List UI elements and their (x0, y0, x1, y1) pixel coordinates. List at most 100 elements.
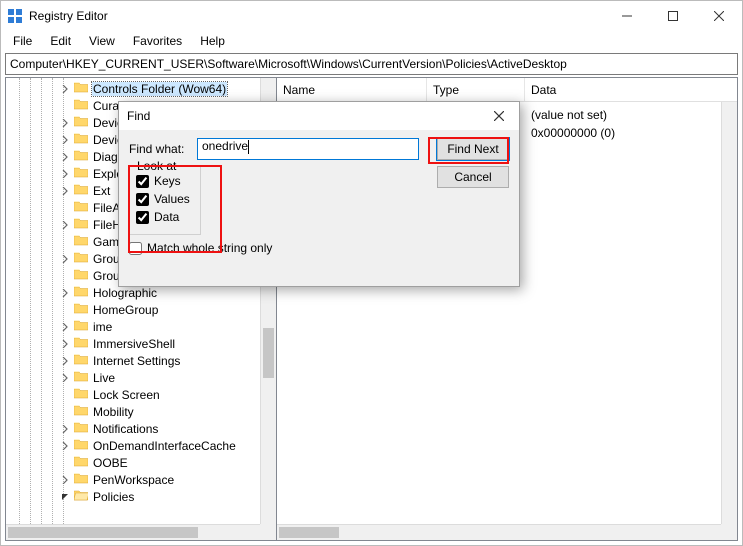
tree-item[interactable]: Mobility (74, 403, 260, 420)
folder-icon (74, 98, 88, 113)
list-header[interactable]: Name Type Data (277, 78, 737, 102)
find-next-button[interactable]: Find Next (437, 138, 509, 160)
menu-view[interactable]: View (81, 32, 123, 50)
maximize-button[interactable] (650, 1, 696, 31)
data-checkbox[interactable]: Data (136, 208, 194, 226)
expand-icon[interactable] (59, 437, 70, 454)
folder-icon (74, 455, 88, 470)
expand-icon[interactable] (59, 420, 70, 437)
folder-icon (74, 370, 88, 385)
tree-item-label: Internet Settings (92, 354, 181, 368)
expand-icon[interactable] (59, 250, 70, 267)
folder-icon (74, 404, 88, 419)
tree-item-label: PenWorkspace (92, 473, 175, 487)
menu-favorites[interactable]: Favorites (125, 32, 190, 50)
expand-icon[interactable] (59, 335, 70, 352)
keys-checkbox-input[interactable] (136, 175, 149, 188)
list-horizontal-scrollbar[interactable] (277, 524, 721, 540)
close-button[interactable] (696, 1, 742, 31)
minimize-button[interactable] (604, 1, 650, 31)
folder-icon (74, 234, 88, 249)
col-type[interactable]: Type (427, 78, 525, 101)
col-data[interactable]: Data (525, 78, 737, 101)
expand-icon[interactable] (59, 318, 70, 335)
expand-icon[interactable] (59, 284, 70, 301)
expand-icon[interactable] (59, 80, 70, 97)
scroll-corner (260, 524, 276, 540)
text-caret (248, 140, 249, 154)
dialog-close-button[interactable] (479, 102, 519, 130)
folder-icon (74, 302, 88, 317)
cancel-button[interactable]: Cancel (437, 166, 509, 188)
expand-icon[interactable] (59, 216, 70, 233)
folder-icon (74, 132, 88, 147)
collapse-icon[interactable] (59, 488, 70, 505)
look-at-group: Look at Keys Values Data (129, 166, 201, 235)
tree-item[interactable]: OOBE (74, 454, 260, 471)
dialog-titlebar: Find (119, 102, 519, 130)
col-name[interactable]: Name (277, 78, 427, 101)
tree-item-label: ime (92, 320, 113, 334)
tree-item-label: Policies (92, 490, 135, 504)
tree-item-label: Notifications (92, 422, 159, 436)
folder-icon (74, 217, 88, 232)
menu-file[interactable]: File (5, 32, 40, 50)
tree-item[interactable]: Live (74, 369, 260, 386)
list-vertical-scrollbar[interactable] (721, 102, 737, 524)
match-checkbox-input[interactable] (129, 242, 142, 255)
find-what-input[interactable]: onedrive (197, 138, 419, 160)
folder-icon (74, 353, 88, 368)
folder-icon (74, 387, 88, 402)
folder-icon (74, 285, 88, 300)
expand-icon[interactable] (59, 369, 70, 386)
folder-icon (74, 251, 88, 266)
expand-icon[interactable] (59, 182, 70, 199)
tree-item-label: Live (92, 371, 116, 385)
tree-item[interactable]: Controls Folder (Wow64) (74, 80, 260, 97)
folder-icon (74, 149, 88, 164)
values-checkbox[interactable]: Values (136, 190, 194, 208)
tree-item[interactable]: ime (74, 318, 260, 335)
tree-item-label: OnDemandInterfaceCache (92, 439, 237, 453)
tree-item[interactable]: Lock Screen (74, 386, 260, 403)
expand-icon[interactable] (59, 114, 70, 131)
expand-icon[interactable] (59, 148, 70, 165)
values-checkbox-input[interactable] (136, 193, 149, 206)
folder-icon (74, 319, 88, 334)
find-what-label: Find what: (129, 142, 189, 156)
scroll-corner (721, 524, 737, 540)
expand-icon[interactable] (59, 352, 70, 369)
expand-icon[interactable] (59, 471, 70, 488)
menu-help[interactable]: Help (192, 32, 233, 50)
tree-item-label: Lock Screen (92, 388, 161, 402)
match-whole-string-checkbox[interactable]: Match whole string only (129, 239, 509, 257)
address-bar[interactable]: Computer\HKEY_CURRENT_USER\Software\Micr… (5, 53, 738, 75)
expand-icon[interactable] (59, 165, 70, 182)
tree-horizontal-scrollbar[interactable] (6, 524, 260, 540)
folder-icon (74, 81, 88, 96)
dialog-title: Find (127, 109, 150, 123)
tree-item[interactable]: ImmersiveShell (74, 335, 260, 352)
folder-icon (74, 166, 88, 181)
folder-icon (74, 336, 88, 351)
keys-checkbox[interactable]: Keys (136, 172, 194, 190)
tree-item-label: Controls Folder (Wow64) (92, 82, 227, 96)
list-cell-data: (value not set) (531, 108, 731, 122)
folder-icon (74, 268, 88, 283)
expand-icon[interactable] (59, 131, 70, 148)
tree-item[interactable]: Notifications (74, 420, 260, 437)
tree-item[interactable]: PenWorkspace (74, 471, 260, 488)
tree-item[interactable]: HomeGroup (74, 301, 260, 318)
data-checkbox-input[interactable] (136, 211, 149, 224)
tree-item[interactable]: Policies (74, 488, 260, 505)
tree-item-label: HomeGroup (92, 303, 159, 317)
titlebar: Registry Editor (1, 1, 742, 31)
folder-icon (74, 115, 88, 130)
tree-item-label: Mobility (92, 405, 135, 419)
folder-icon (74, 472, 88, 487)
find-dialog: Find Find what: onedrive Look at Keys Va… (118, 101, 520, 287)
tree-item[interactable]: OnDemandInterfaceCache (74, 437, 260, 454)
menubar: File Edit View Favorites Help (1, 31, 742, 51)
tree-item[interactable]: Internet Settings (74, 352, 260, 369)
menu-edit[interactable]: Edit (42, 32, 79, 50)
